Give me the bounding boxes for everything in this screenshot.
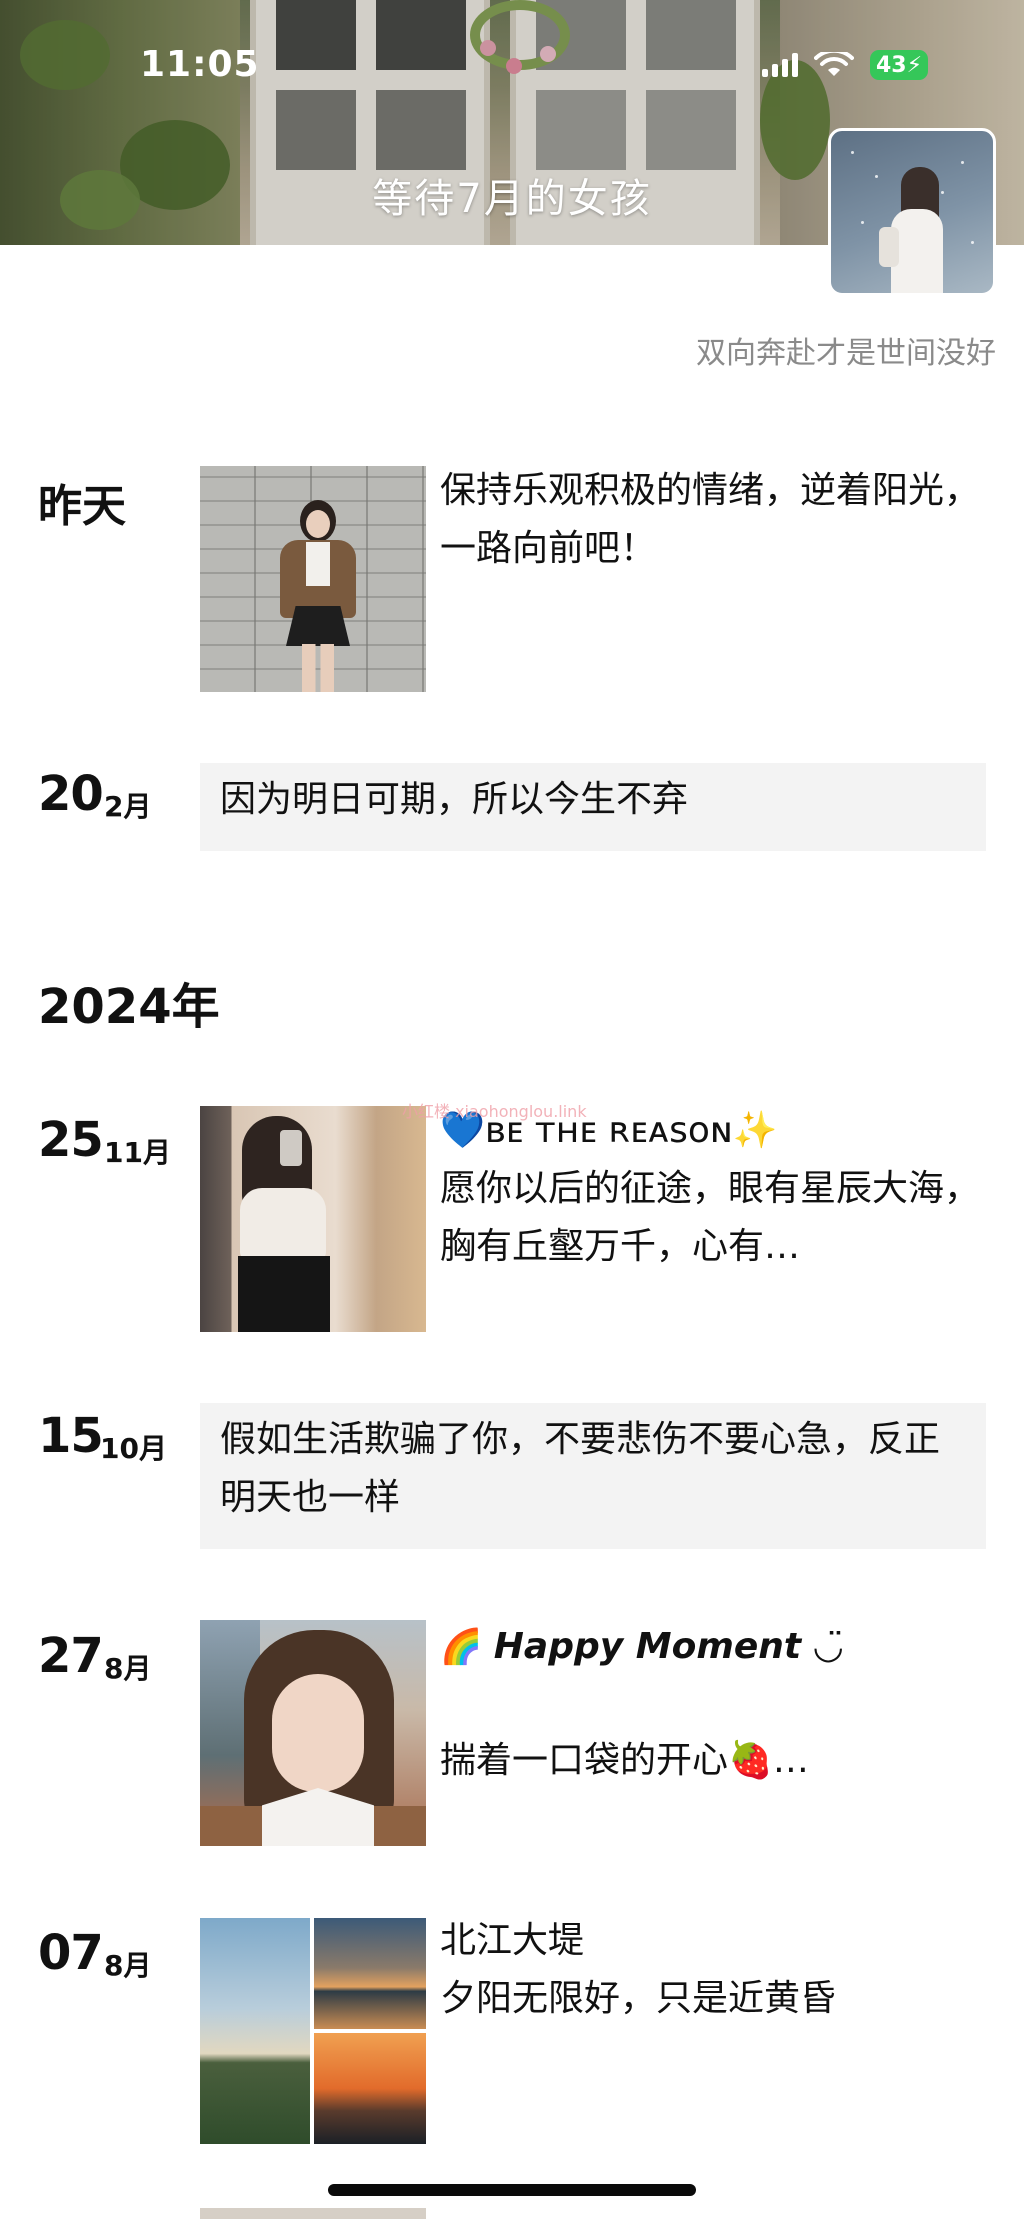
post-text-line2: 揣着一口袋的开心🍓… [440,1740,809,1781]
post-date-month: 10月 [100,1432,167,1465]
home-indicator[interactable] [328,2184,696,2196]
sunset-photo[interactable] [314,1918,426,2029]
post-photo-mirror-selfie[interactable] [200,1106,426,1332]
status-icons: 43 ⚡ [762,50,928,80]
post-text-line2: 夕阳无限好，只是近黄昏 [440,1978,837,2019]
wifi-icon [814,52,854,76]
post-text-happy-moment: Happy Moment [493,1626,802,1667]
post-date-month: 11月 [104,1136,171,1169]
post-photo-wall-portrait[interactable] [200,466,426,692]
next-post-photo-peek [200,2208,426,2219]
profile-avatar[interactable] [828,128,996,296]
post-date-day: 25 [38,1112,104,1168]
post-photo-selfie[interactable] [200,1620,426,1846]
post-photo-sunset-collage[interactable] [200,1918,426,2144]
rainbow-icon: 🌈 [440,1627,483,1667]
post-date-month: 8月 [104,1949,152,1982]
post-date-day: 20 [38,766,104,822]
post-text-line1: 🌈 Happy Moment ◡̈ [440,1618,1000,1676]
post-text[interactable]: 💙ʙᴇ ᴛʜᴇ ʀᴇᴀꜱᴏɴ✨ 愿你以后的征途，眼有星辰大海，胸有丘壑万千，心有… [440,1102,1000,1276]
profile-signature: 双向奔赴才是世间没好 [696,336,996,371]
post-date-yesterday: 昨天 [38,481,126,532]
post-text-box[interactable]: 假如生活欺骗了你，不要悲伤不要心急，反正明天也一样 [200,1403,986,1549]
post-date-month: 2月 [104,790,152,823]
sunset-photo[interactable] [200,1918,310,2144]
post-text[interactable]: 保持乐观积极的情绪，逆着阳光，一路向前吧！ [440,462,1000,578]
post-date-day: 27 [38,1628,104,1684]
cellular-signal-icon [762,53,798,77]
post-date-month: 8月 [104,1652,152,1685]
post-date-day: 07 [38,1925,104,1981]
watermark: 小红楼 xiaohonglou.link [402,1102,587,1121]
status-time: 11:05 [140,44,260,85]
post-text[interactable]: 🌈 Happy Moment ◡̈ 揣着一口袋的开心🍓… [440,1618,1000,1790]
post-text-line2: 愿你以后的征途，眼有星辰大海，胸有丘壑万千，心有… [440,1168,981,1267]
post-text-line1: 北江大堤 [440,1920,585,1961]
battery-icon: 43 ⚡ [870,50,928,80]
smile-icon: ◡̈ [812,1626,844,1667]
post-text-box[interactable]: 因为明日可期，所以今生不弃 [200,763,986,851]
post-date-day: 15 [38,1408,104,1464]
sunset-photo[interactable] [314,2033,426,2144]
year-header: 2024年 [38,979,220,1035]
post-text[interactable]: 北江大堤 夕阳无限好，只是近黄昏 [440,1912,1000,2028]
